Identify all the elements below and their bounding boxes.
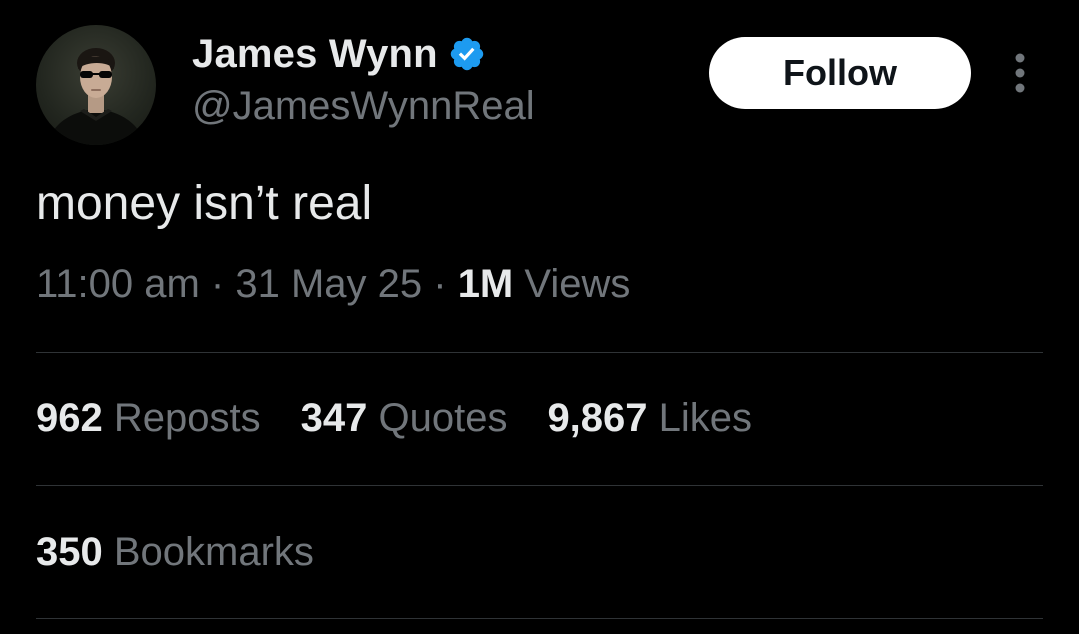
bookmarks-stat[interactable]: 350 Bookmarks (36, 530, 314, 575)
meta-separator: · (199, 262, 236, 306)
divider (36, 618, 1043, 619)
views-count: 1M (457, 262, 514, 306)
avatar-image (46, 48, 146, 145)
author-name-row: James Wynn (192, 31, 486, 77)
quotes-stat[interactable]: 347 Quotes (301, 396, 508, 441)
likes-label: Likes (647, 396, 753, 440)
avatar[interactable] (36, 25, 156, 145)
author-display-name[interactable]: James Wynn (192, 32, 438, 77)
meta-separator: · (422, 262, 458, 306)
likes-count: 9,867 (547, 396, 648, 440)
bookmarks-count: 350 (36, 530, 103, 574)
author-handle[interactable]: @JamesWynnReal (192, 84, 535, 129)
divider (36, 485, 1043, 486)
reposts-label: Reposts (102, 396, 261, 440)
quotes-count: 347 (300, 396, 368, 440)
follow-button[interactable]: Follow (709, 37, 971, 109)
tweet-time[interactable]: 11:00 am (36, 262, 200, 306)
divider (36, 352, 1043, 353)
bookmarks-label: Bookmarks (102, 530, 314, 574)
tweet-text: money isn’t real (36, 177, 373, 230)
verified-badge-icon (448, 35, 486, 73)
tweet-meta: 11:00 am · 31 May 25 · 1M Views (36, 262, 630, 307)
tweet-date[interactable]: 31 May 25 (235, 262, 422, 306)
more-vertical-icon (1015, 53, 1025, 93)
likes-stat[interactable]: 9,867 Likes (547, 396, 752, 441)
engagement-stats: 962 Reposts 347 Quotes 9,867 Likes (36, 396, 752, 441)
views-label: Views (513, 262, 631, 306)
reposts-count: 962 (36, 396, 103, 440)
quotes-label: Quotes (367, 396, 508, 440)
tweet-detail: James Wynn @JamesWynnReal Follow money i… (0, 0, 1079, 634)
reposts-stat[interactable]: 962 Reposts (36, 396, 261, 441)
more-options-button[interactable] (1000, 50, 1040, 96)
